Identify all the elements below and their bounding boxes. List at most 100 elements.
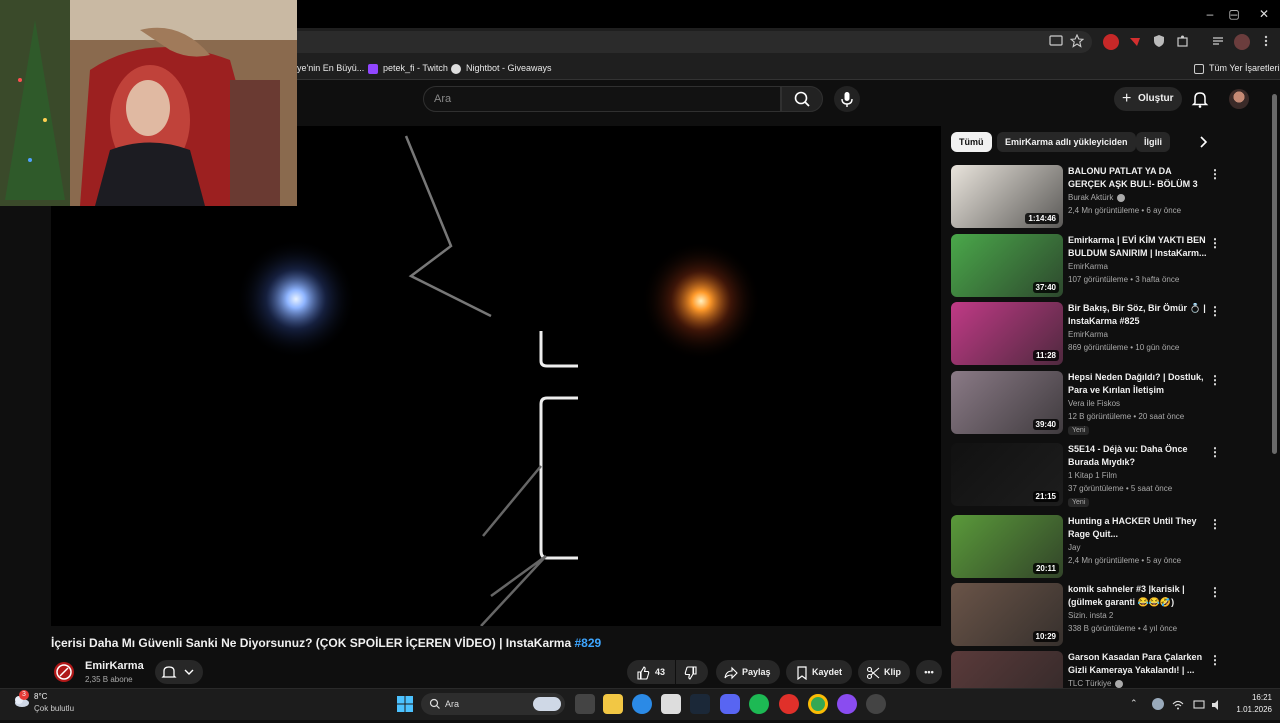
video-thumbnail[interactable]: 21:15 (951, 443, 1063, 506)
video-thumbnail[interactable]: 39:40 (951, 371, 1063, 434)
obs-icon[interactable] (837, 694, 857, 714)
recommendation-channel[interactable]: Sizin. insta 2 (1068, 611, 1113, 620)
thumbs-up-icon (636, 665, 650, 689)
app-icon[interactable] (866, 694, 886, 714)
weather-temp[interactable]: 8°C (34, 692, 47, 701)
taskbar-search[interactable]: Ara (421, 693, 565, 715)
tray-network-icon[interactable] (1193, 698, 1205, 710)
clock-date[interactable]: 1.01.2026 (1226, 705, 1272, 714)
video-thumbnail[interactable]: 1:14:46 (951, 165, 1063, 228)
recommendation-title[interactable]: Hepsi Neden Dağıldı? | Dostluk, Para ve … (1068, 371, 1208, 397)
bookmark-item[interactable]: petek_fi - Twitch (368, 60, 448, 76)
file-explorer-icon[interactable] (603, 694, 623, 714)
channel-label: Vera ile Fiskos (1068, 399, 1121, 408)
window-maximize-icon[interactable]: ▢ (1224, 6, 1244, 22)
recommendation-channel[interactable]: Vera ile Fiskos (1068, 399, 1120, 408)
tray-wifi-icon[interactable] (1172, 698, 1184, 710)
recommendation-title[interactable]: Hunting a HACKER Until They Rage Quit... (1068, 515, 1208, 541)
clip-button[interactable]: Klip (858, 660, 910, 684)
extension-red-icon[interactable] (1127, 34, 1143, 50)
video-thumbnail[interactable]: 11:28 (951, 302, 1063, 365)
recommendation-title[interactable]: BALONU PATLAT YA DA GERÇEK AŞK BUL!- BÖL… (1068, 165, 1208, 191)
bookmark-item[interactable]: ye'nin En Büyü... (297, 60, 364, 76)
window-minimize-icon[interactable]: – (1200, 6, 1220, 22)
search-input[interactable]: Ara (423, 86, 781, 112)
chip-all[interactable]: Tümü (951, 132, 992, 152)
tray-volume-icon[interactable] (1211, 698, 1223, 710)
weather-description[interactable]: Çok bulutlu (34, 704, 74, 713)
chip-related[interactable]: İlgili (1136, 132, 1170, 152)
window-close-icon[interactable]: ✕ (1254, 6, 1274, 22)
video-hashtag[interactable]: #829 (575, 636, 602, 650)
all-bookmarks-item[interactable]: Tüm Yer İşaretleri (1194, 60, 1280, 76)
recommendation-channel[interactable]: Jay (1068, 543, 1080, 552)
more-options-icon[interactable]: ⋮ (1209, 304, 1221, 318)
recommendation-title[interactable]: Bir Bakış, Bir Söz, Bir Ömür 💍 | InstaKa… (1068, 302, 1208, 328)
account-avatar[interactable] (1229, 89, 1249, 109)
more-options-icon[interactable]: ⋮ (1209, 373, 1221, 387)
recommendation-channel[interactable]: 1 Kitap 1 Film (1068, 471, 1117, 480)
task-view-icon[interactable] (575, 694, 595, 714)
recommendation-item[interactable]: 39:40 Hepsi Neden Dağıldı? | Dostluk, Par… (951, 371, 1271, 435)
app-red-icon[interactable] (779, 694, 799, 714)
recommendation-channel[interactable]: Burak Aktürk (1068, 193, 1126, 202)
channel-avatar[interactable] (54, 662, 74, 682)
recommendation-channel[interactable]: EmirKarma (1068, 330, 1108, 339)
page-scrollbar[interactable] (1272, 94, 1277, 454)
menu-kebab-icon[interactable] (1258, 34, 1274, 50)
store-icon[interactable] (661, 694, 681, 714)
more-options-icon[interactable]: ⋮ (1209, 167, 1221, 181)
tray-app-icon[interactable] (1152, 698, 1164, 710)
steam-icon[interactable] (690, 694, 710, 714)
extension-badge-icon[interactable] (1103, 34, 1119, 50)
recommendation-item[interactable]: 10:29 komik sahneler #3 |karisik | (gülme… (951, 583, 1271, 647)
reading-list-icon[interactable] (1210, 34, 1226, 50)
recommendation-channel[interactable]: EmirKarma (1068, 262, 1108, 271)
video-thumbnail[interactable]: 37:40 (951, 234, 1063, 297)
video-thumbnail[interactable]: 10:29 (951, 583, 1063, 646)
chip-uploader[interactable]: EmirKarma adlı yükleyiciden (997, 132, 1136, 152)
recommendation-title[interactable]: S5E14 - Déjà vu: Daha Önce Burada Mıydık… (1068, 443, 1208, 469)
subscribed-notifications-button[interactable] (155, 660, 203, 684)
recommendation-item[interactable]: 37:40 Emirkarma | EVİ KİM YAKTI BEN BULDU… (951, 234, 1271, 298)
video-thumbnail[interactable]: 20:11 (951, 515, 1063, 578)
profile-avatar-icon[interactable] (1234, 34, 1250, 50)
dislike-button[interactable] (676, 660, 708, 684)
start-windows-icon[interactable] (395, 694, 415, 714)
bookmark-star-icon[interactable] (1069, 33, 1085, 50)
edge-browser-icon[interactable] (632, 694, 652, 714)
recommendation-item[interactable]: 20:11 Hunting a HACKER Until They Rage Qu… (951, 515, 1271, 579)
cast-icon[interactable] (1048, 34, 1064, 50)
more-actions-button[interactable]: ••• (916, 660, 942, 684)
bookmark-item[interactable]: Nightbot - Giveaways (451, 60, 552, 76)
search-button[interactable] (781, 86, 823, 112)
spotify-icon[interactable] (749, 694, 769, 714)
more-options-icon[interactable]: ⋮ (1209, 653, 1221, 667)
like-button[interactable]: 43 (627, 660, 675, 684)
recommendation-channel[interactable]: TLC Türkiye (1068, 679, 1124, 688)
more-options-icon[interactable]: ⋮ (1209, 517, 1221, 531)
recommendation-item[interactable]: 1:14:46 BALONU PATLAT YA DA GERÇEK AŞK BU… (951, 165, 1271, 229)
recommendation-title[interactable]: komik sahneler #3 |karisik | (gülmek gar… (1068, 583, 1208, 609)
channel-name[interactable]: EmirKarma (85, 660, 144, 672)
more-options-icon[interactable]: ⋮ (1209, 445, 1221, 459)
voice-search-button[interactable] (834, 86, 860, 112)
save-button[interactable]: Kaydet (786, 660, 852, 684)
discord-icon[interactable] (720, 694, 740, 714)
share-button[interactable]: Paylaş (716, 660, 780, 684)
recommendation-title[interactable]: Emirkarma | EVİ KİM YAKTI BEN BULDUM SAN… (1068, 234, 1208, 260)
notifications-button[interactable] (1190, 89, 1210, 109)
recommendation-item[interactable]: 11:28 Bir Bakış, Bir Söz, Bir Ömür 💍 | In… (951, 302, 1271, 366)
create-button[interactable]: + Oluştur (1114, 87, 1182, 111)
chrome-icon[interactable] (808, 694, 828, 714)
recommendation-title[interactable]: Garson Kasadan Para Çalarken Gizli Kamer… (1068, 651, 1208, 677)
more-options-icon[interactable]: ⋮ (1209, 585, 1221, 599)
tray-chevron-up-icon[interactable]: ⌃ (1130, 698, 1138, 709)
recommendation-item[interactable]: 21:15 S5E14 - Déjà vu: Daha Önce Burada M… (951, 443, 1271, 507)
clock-time[interactable]: 16:21 (1236, 693, 1272, 702)
chips-next-button[interactable] (1192, 132, 1214, 152)
more-options-icon[interactable]: ⋮ (1209, 236, 1221, 250)
bookmark-label: ye'nin En Büyü... (297, 63, 365, 73)
extensions-puzzle-icon[interactable] (1175, 34, 1191, 50)
shield-icon[interactable] (1151, 34, 1167, 50)
